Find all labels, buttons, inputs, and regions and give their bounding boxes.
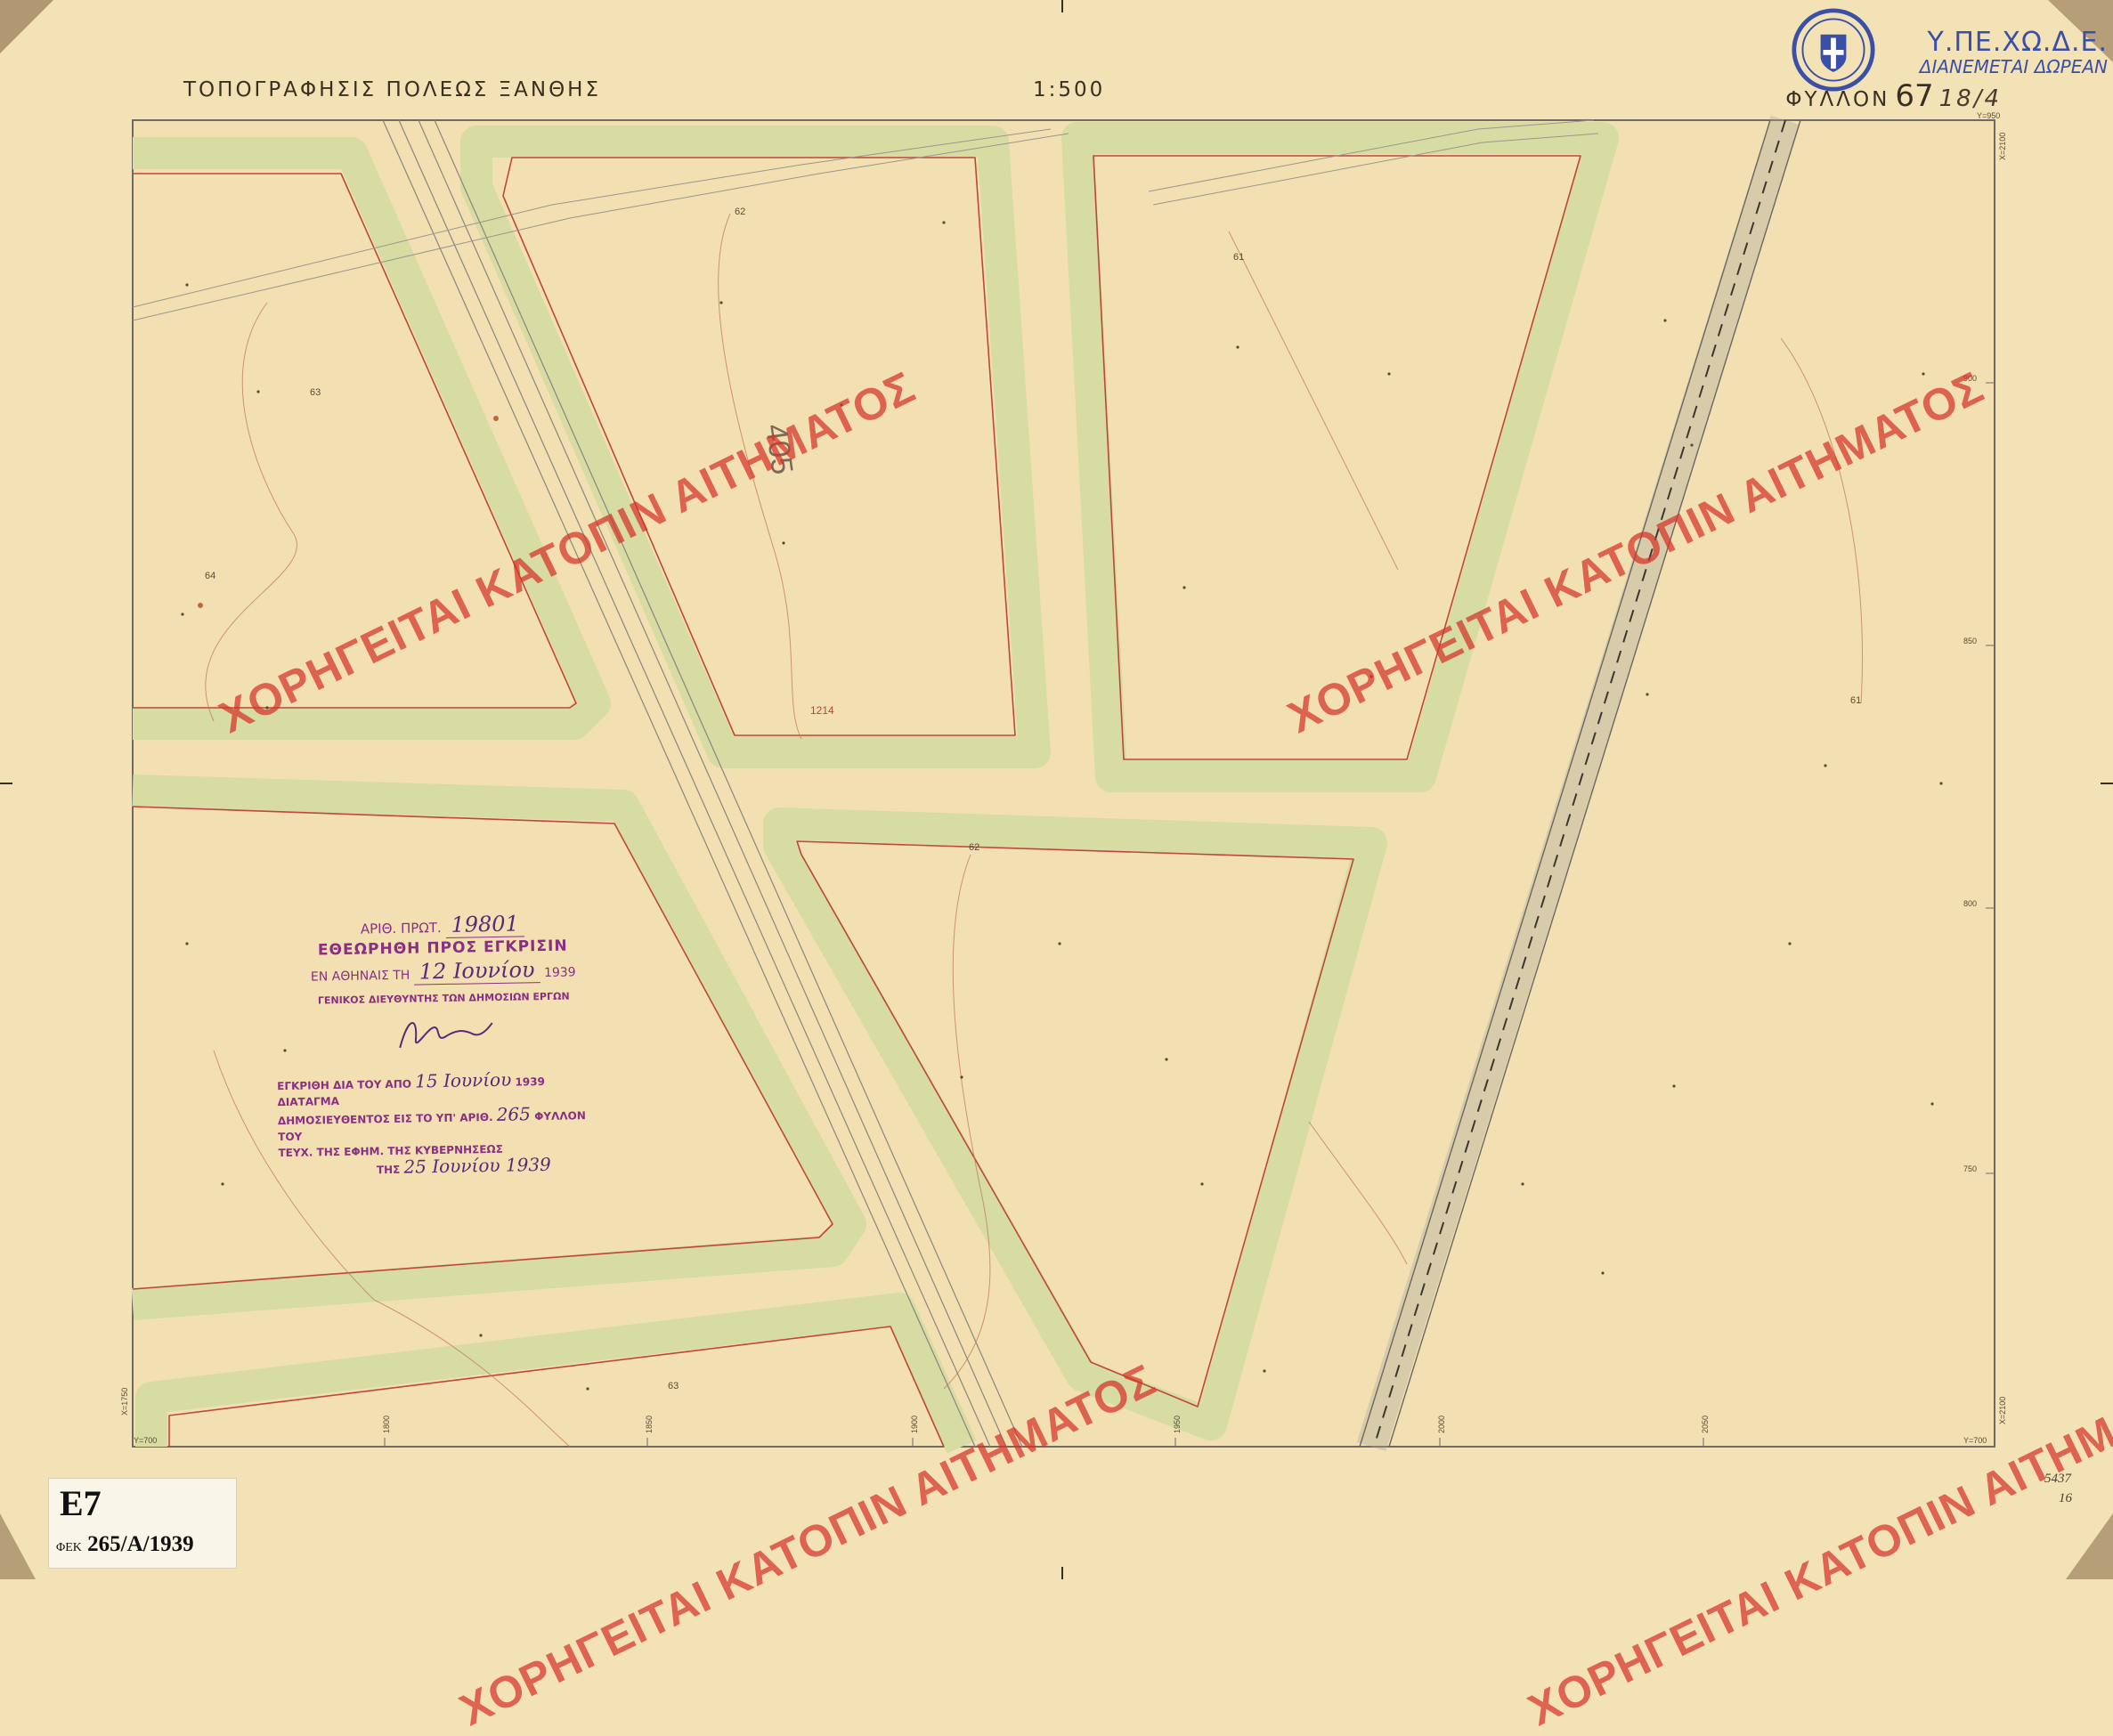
protocol-number: 19801	[445, 911, 525, 938]
bottom-tick-2050: 2050	[1701, 1416, 1710, 1433]
archive-number: 5437	[2044, 1472, 2071, 1486]
archive-sub: 16	[2059, 1491, 2072, 1505]
contour-label-3: 62	[735, 207, 745, 217]
right-tick-750: 750	[1963, 1164, 1977, 1173]
approval-year: 1939	[543, 965, 576, 981]
bottom-tick-1900: 1900	[910, 1416, 919, 1433]
grid-label-y-bottom-left: Y=700	[134, 1436, 157, 1445]
map-scale: 1:500	[1033, 78, 1106, 101]
grid-label-y-bottom-right: Y=700	[1963, 1436, 1987, 1445]
decree-date-prefix: ΤΗΣ	[376, 1163, 401, 1177]
approval-authority: ΓΕΝΙΚΟΣ ΔΙΕΥΘΥΝΤΗΣ ΤΩΝ ΔΗΜΟΣΙΩΝ ΕΡΓΩΝ	[317, 990, 570, 1007]
grid-label-x-right-top: X=2100	[1998, 133, 2007, 160]
decree-gazette-prefix: ΔΗΜΟΣΙΕΥΘΕΝΤΟΣ ΕΙΣ ΤΟ ΥΠ' ΑΡΙΘ.	[277, 1110, 493, 1128]
right-tick-800: 800	[1963, 899, 1977, 908]
protocol-label: ΑΡΙΘ. ΠΡΩΤ.	[360, 920, 442, 937]
approval-date: 12 Ιουνίου	[413, 957, 540, 986]
greek-emblem-icon	[1792, 8, 1875, 92]
bottom-tick-1850: 1850	[645, 1416, 654, 1433]
contour-label-7: 61	[1850, 695, 1861, 706]
contour-label-2: 64	[205, 571, 215, 581]
sheet-number: 67	[1895, 78, 1934, 114]
decree-publication-date: 25 Ιουνίου 1939	[403, 1153, 552, 1178]
gazette-code: E7	[60, 1483, 102, 1523]
decree-date: 15 Ιουνίου	[414, 1068, 512, 1092]
archive-note: 5437 16	[2044, 1469, 2072, 1508]
bottom-tick-2000: 2000	[1437, 1416, 1446, 1433]
decree-gazette-number: 265	[496, 1103, 532, 1125]
bottom-tick-1800: 1800	[382, 1416, 391, 1433]
decree-prefix: ΕΓΚΡΙΘΗ ΔΙΑ ΤΟΥ ΑΠΟ	[277, 1077, 412, 1093]
gazette-label: E7 ΦΕΚ 265/A/1939	[48, 1478, 237, 1569]
contour-label-4: 61	[1233, 252, 1244, 263]
approval-stamp: ΑΡΙΘ. ΠΡΩΤ. 19801 ΕΘΕΩΡΗΘΗ ΠΡΟΣ ΕΓΚΡΙΣΙΝ…	[282, 910, 605, 1060]
gazette-reference: 265/A/1939	[87, 1532, 194, 1556]
right-tick-850: 850	[1963, 637, 1977, 645]
agency-subtitle: ΔΙΑΝΕΜΕΤΑΙ ΔΩΡΕΑΝ	[1919, 56, 2108, 77]
sheet-handwritten: 18/4	[1938, 85, 2002, 112]
grid-label-x-left-bottom: X=1750	[120, 1388, 129, 1416]
topographic-map: 405 1214 63 64 62 61 62 63 61 Y=950 X=21…	[0, 0, 2113, 1579]
agency-label: Υ.ΠΕ.ΧΩ.Δ.Ε. ΔΙΑΝΕΜΕΤΑΙ ΔΩΡΕΑΝ	[1920, 27, 2108, 77]
contour-label-1: 63	[310, 387, 321, 398]
benchmark-label: 1214	[810, 704, 834, 717]
contour-label-6: 63	[668, 1381, 679, 1391]
decree-stamp: ΕΓΚΡΙΘΗ ΔΙΑ ΤΟΥ ΑΠΟ 15 Ιουνίου 1939 ΔΙΑΤ…	[277, 1068, 599, 1180]
agency-name: Υ.ΠΕ.ΧΩ.Δ.Ε.	[1927, 27, 2108, 58]
map-title: ΤΟΠΟΓΡΑΦΗΣΙΣ ΠΟΛΕΩΣ ΞΑΝΘΗΣ	[183, 78, 602, 101]
gazette-prefix: ΦΕΚ	[56, 1541, 82, 1554]
signature-icon	[399, 1021, 493, 1049]
grid-label-x-right-bottom: X=2100	[1998, 1397, 2007, 1424]
bottom-tick-1950: 1950	[1173, 1416, 1182, 1433]
contour-label-5: 62	[969, 842, 979, 853]
approval-place: ΕΝ ΑΘΗΝΑΙΣ ΤΗ	[310, 968, 410, 985]
